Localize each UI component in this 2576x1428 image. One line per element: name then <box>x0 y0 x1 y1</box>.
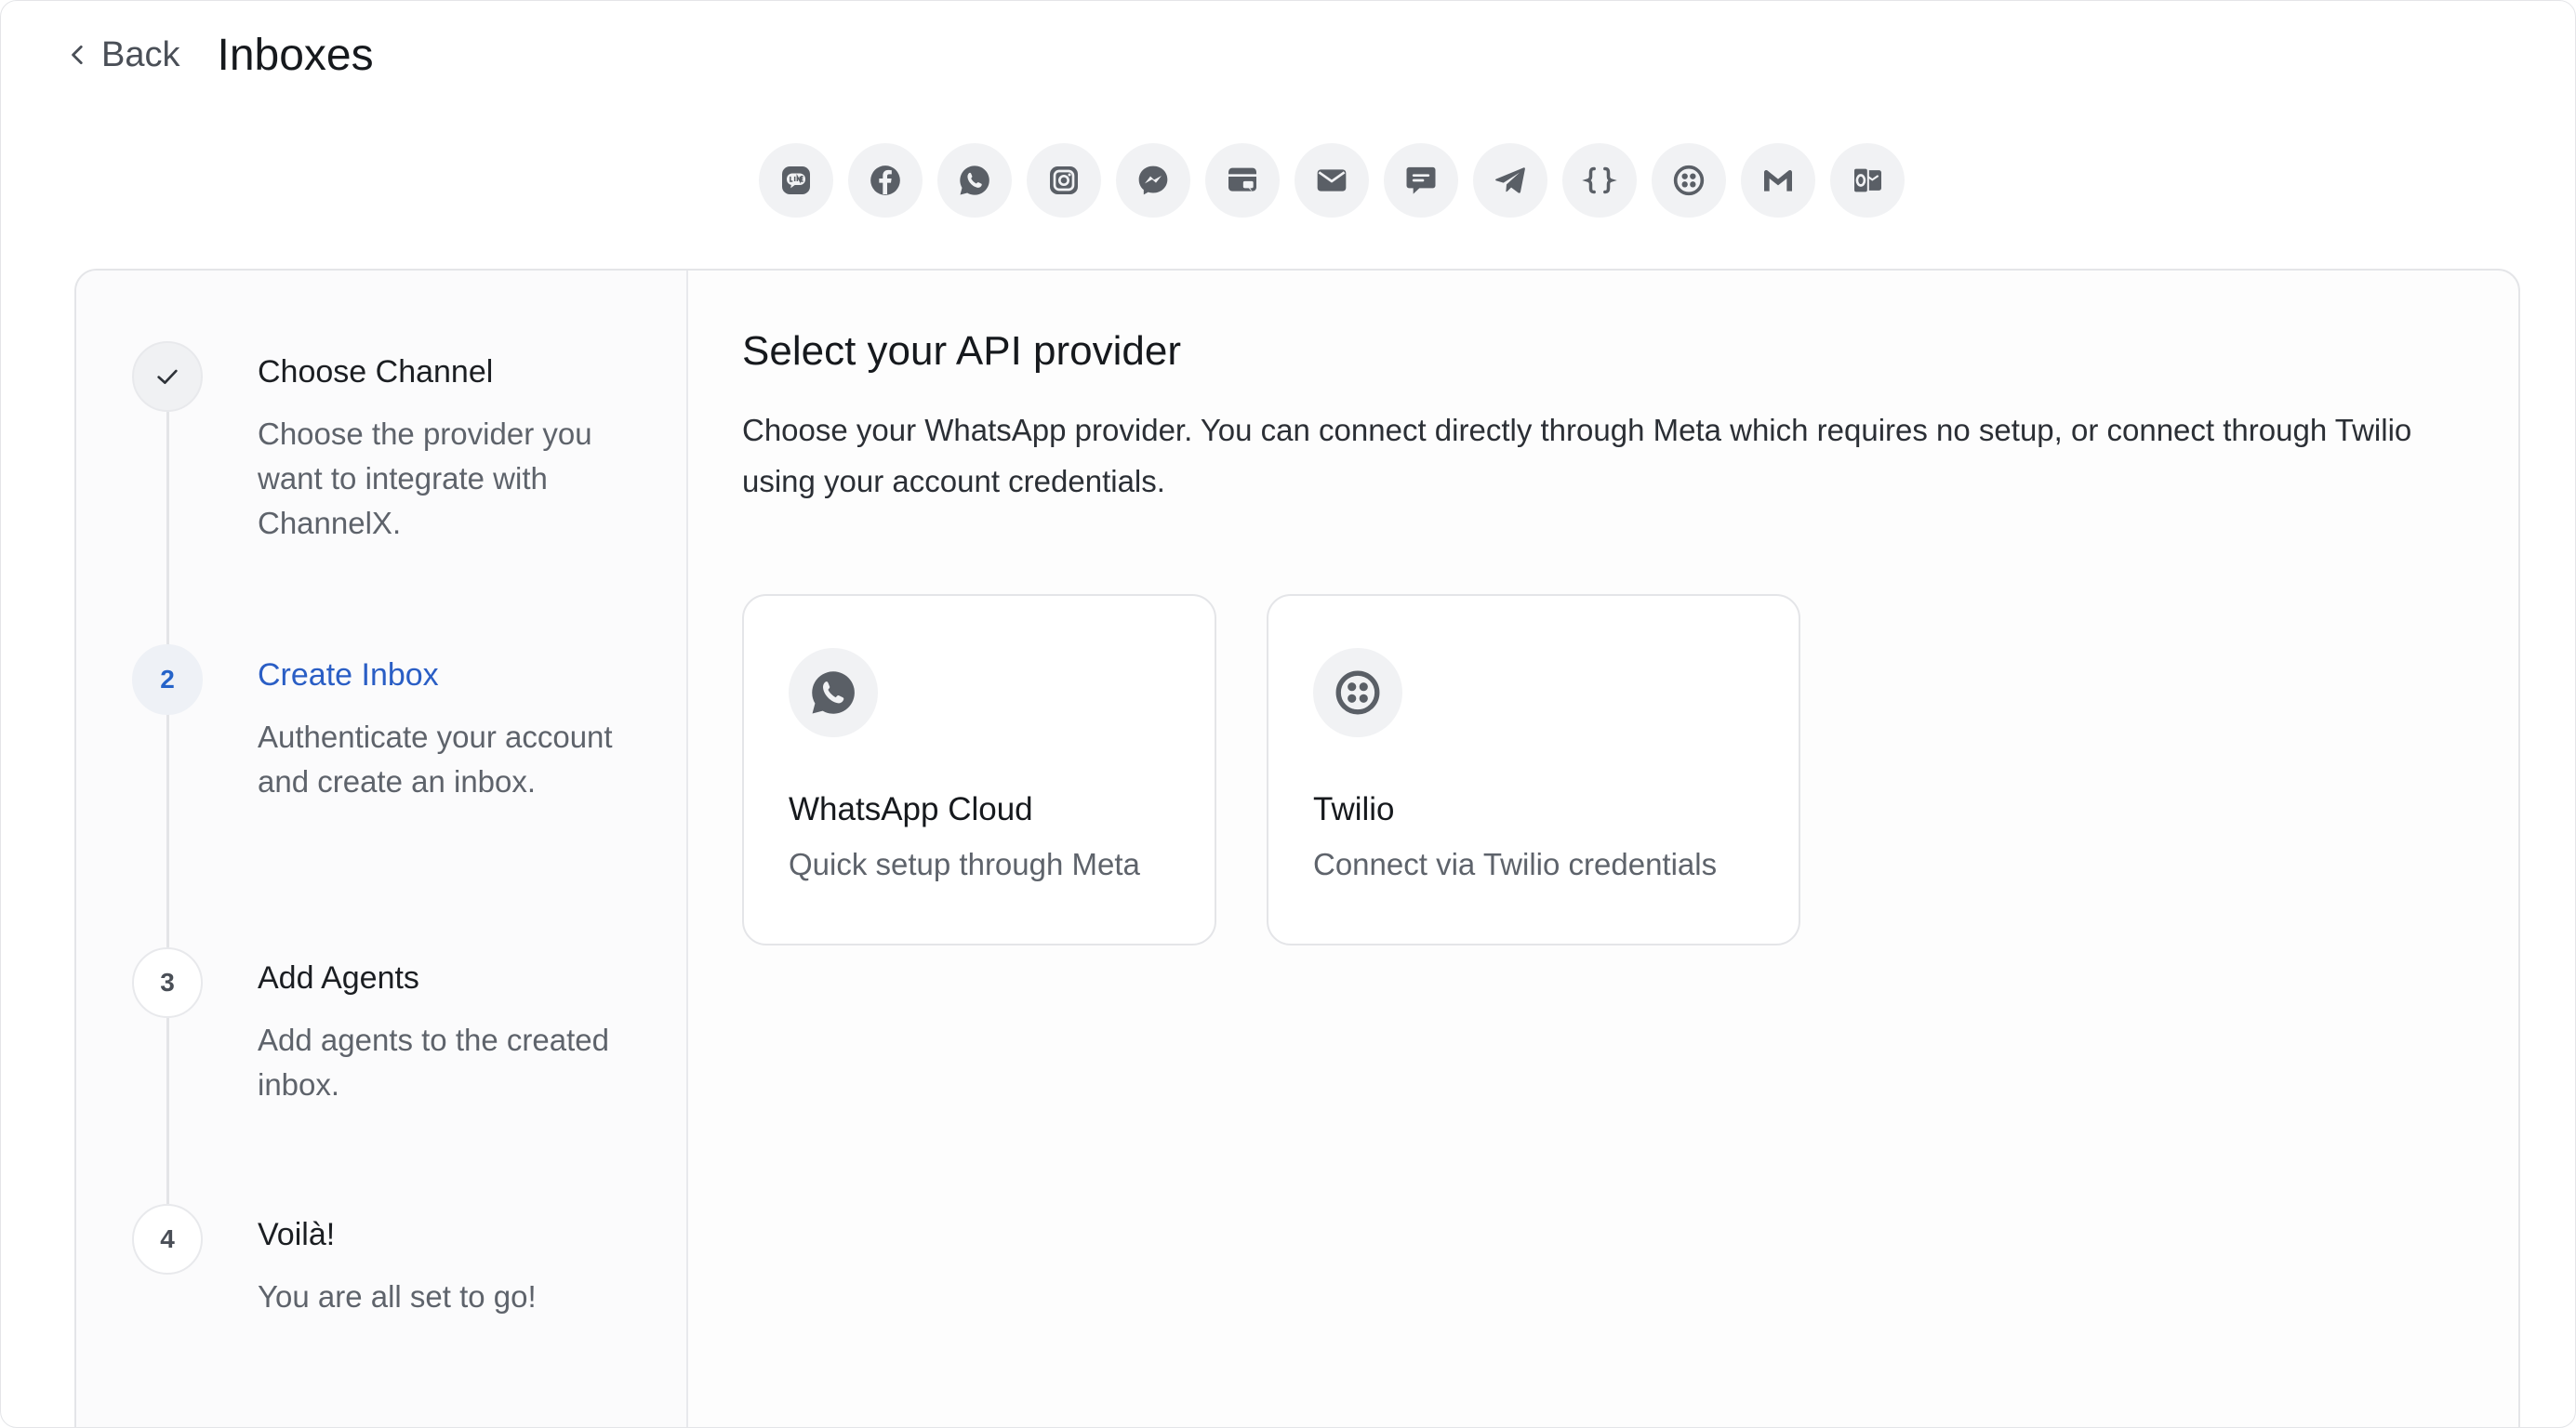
setup-card: Choose Channel Choose the provider you w… <box>74 269 2520 1427</box>
channel-website[interactable] <box>1205 143 1280 218</box>
step-number-marker: 2 <box>132 644 203 715</box>
step-description: Authenticate your account and create an … <box>258 720 613 799</box>
step-description: Choose the provider you want to integrat… <box>258 416 592 540</box>
steps-sidebar: Choose Channel Choose the provider you w… <box>76 271 688 1427</box>
provider-subtitle: Quick setup through Meta <box>789 847 1140 881</box>
sms-icon <box>1406 166 1436 194</box>
website-widget-icon <box>1228 167 1256 192</box>
provider-selection: Select your API provider Choose your Wha… <box>742 271 2518 1427</box>
channel-whatsapp[interactable] <box>937 143 1012 218</box>
telegram-icon <box>1495 167 1525 193</box>
outlook-icon <box>1852 166 1881 194</box>
step-title: Create Inbox <box>258 657 439 693</box>
api-braces-icon <box>1582 166 1617 194</box>
channel-instagram[interactable] <box>1027 143 1101 218</box>
step-connector <box>166 1018 169 1204</box>
provider-icon-wrap <box>1313 648 1402 737</box>
back-button[interactable]: Back <box>66 35 179 75</box>
provider-name: WhatsApp Cloud <box>789 791 1033 827</box>
section-description: Choose your WhatsApp provider. You can c… <box>742 413 2412 498</box>
channel-sms[interactable] <box>1384 143 1458 218</box>
channel-telegram[interactable] <box>1473 143 1547 218</box>
section-title: Select your API provider <box>742 328 1182 374</box>
messenger-icon <box>1138 165 1168 195</box>
check-icon <box>157 369 178 384</box>
channel-gmail[interactable] <box>1741 143 1815 218</box>
provider-icon-wrap <box>789 648 878 737</box>
step-title: Voilà! <box>258 1217 336 1252</box>
line-icon <box>782 166 810 194</box>
channel-email[interactable] <box>1295 143 1369 218</box>
facebook-icon <box>870 165 900 195</box>
step-title: Add Agents <box>258 960 419 996</box>
whatsapp-icon <box>960 165 989 195</box>
step-description: You are all set to go! <box>258 1279 537 1314</box>
channel-twilio[interactable] <box>1652 143 1726 218</box>
back-label: Back <box>101 34 180 74</box>
step-number-marker: 3 <box>132 947 203 1018</box>
chevron-left-icon <box>72 45 83 65</box>
twilio-icon <box>1673 165 1705 196</box>
channel-facebook[interactable] <box>848 143 923 218</box>
twilio-icon <box>1335 670 1380 715</box>
gmail-icon <box>1764 170 1792 192</box>
channel-line[interactable] <box>759 143 833 218</box>
page-title: Inboxes <box>217 30 374 80</box>
channel-icon-row <box>759 143 1905 218</box>
step-complete-marker <box>132 341 203 412</box>
provider-name: Twilio <box>1313 791 1395 827</box>
channel-messenger[interactable] <box>1116 143 1190 218</box>
whatsapp-icon <box>812 671 855 714</box>
step-number-marker: 4 <box>132 1204 203 1275</box>
instagram-icon <box>1050 166 1078 194</box>
step-description: Add agents to the created inbox. <box>258 1023 609 1102</box>
step-title: Choose Channel <box>258 354 494 390</box>
email-icon <box>1317 169 1347 192</box>
provider-subtitle: Connect via Twilio credentials <box>1313 847 1718 881</box>
channel-api[interactable] <box>1562 143 1637 218</box>
app-window: Back Inboxes Choose Channel Choose the p… <box>0 0 2576 1428</box>
provider-card-whatsapp-cloud[interactable]: WhatsApp Cloud Quick setup through Meta <box>742 594 1216 945</box>
provider-card-twilio[interactable]: Twilio Connect via Twilio credentials <box>1267 594 1800 945</box>
page-header: Back Inboxes <box>66 27 374 83</box>
channel-outlook[interactable] <box>1830 143 1905 218</box>
